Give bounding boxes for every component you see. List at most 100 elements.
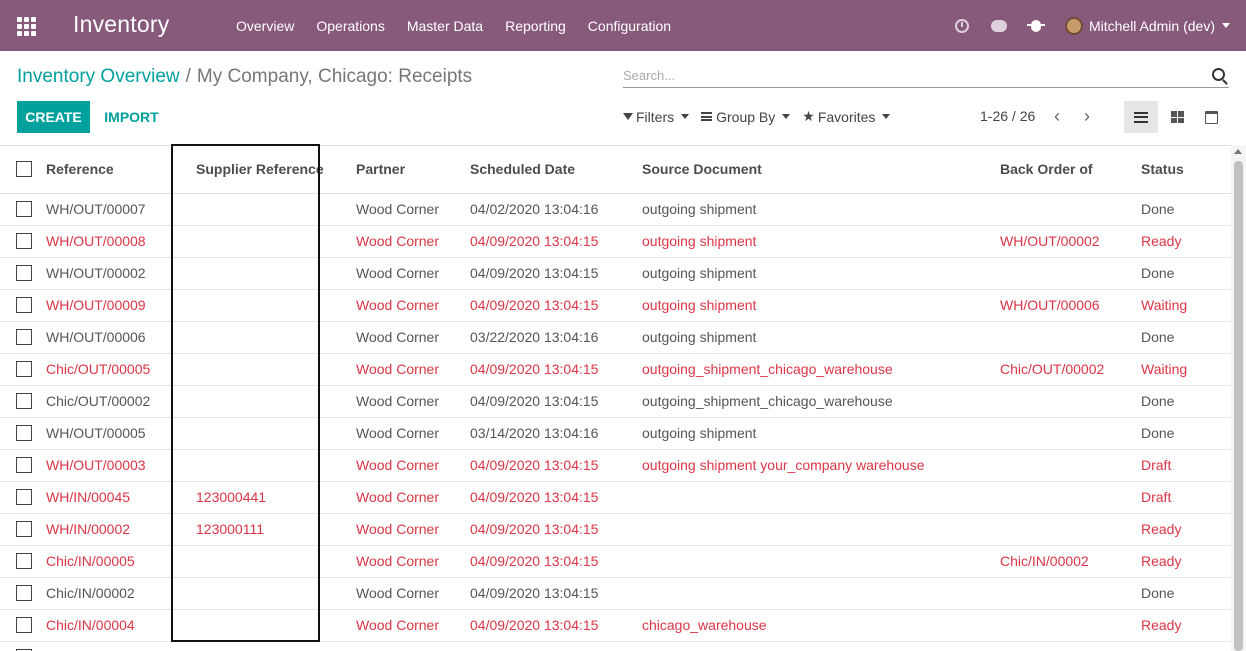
col-source-document[interactable]: Source Document [642, 146, 1000, 194]
table-row[interactable]: WH/IN/00045 123000441 Wood Corner 04/09/202… [0, 481, 1231, 514]
cell-reference[interactable]: WH/OUT/00005 [46, 417, 186, 450]
search-input[interactable] [623, 64, 1203, 86]
table-row[interactable]: WH/OUT/00002 Wood Corner 04/09/2020 13:04:… [0, 257, 1231, 290]
menu-operations[interactable]: Operations [305, 18, 395, 34]
cell-reference[interactable]: WH/OUT/00007 [46, 193, 186, 226]
cell-status[interactable]: Draft [1141, 449, 1231, 482]
cell-back-order-of[interactable] [1000, 193, 1141, 226]
row-checkbox[interactable] [16, 489, 32, 505]
col-reference[interactable]: Reference [46, 146, 186, 194]
cell-back-order-of[interactable] [1000, 481, 1141, 514]
cell-back-order-of[interactable] [1000, 257, 1141, 290]
cell-status[interactable]: Ready [1141, 609, 1231, 642]
row-checkbox[interactable] [16, 393, 32, 409]
cell-partner[interactable]: Wood Corner [356, 321, 470, 354]
cell-source-document[interactable]: outgoing shipment [642, 257, 1000, 290]
cell-reference[interactable]: WH/OUT/00006 [46, 321, 186, 354]
row-checkbox[interactable] [16, 425, 32, 441]
cell-supplier-reference[interactable] [186, 641, 356, 651]
cell-scheduled-date[interactable] [470, 641, 642, 651]
cell-status[interactable]: Done [1141, 417, 1231, 450]
kanban-view-button[interactable] [1160, 101, 1194, 133]
row-checkbox[interactable] [16, 553, 32, 569]
row-checkbox[interactable] [16, 617, 32, 633]
cell-back-order-of[interactable] [1000, 321, 1141, 354]
cell-scheduled-date[interactable]: 04/09/2020 13:04:15 [470, 577, 642, 610]
cell-back-order-of[interactable] [1000, 577, 1141, 610]
search-icon[interactable] [1212, 68, 1225, 81]
table-row[interactable]: Chic/OUT/00002 Wood Corner 04/09/2020 13:0… [0, 385, 1231, 418]
cell-supplier-reference[interactable] [186, 449, 356, 482]
table-row[interactable]: WH/OUT/00005 Wood Corner 03/14/2020 13:04:… [0, 417, 1231, 450]
cell-reference[interactable]: WH/IN/00045 [46, 481, 186, 514]
cell-partner[interactable]: Wood Corner [356, 385, 470, 418]
row-checkbox[interactable] [16, 361, 32, 377]
cell-source-document[interactable]: outgoing shipment [642, 321, 1000, 354]
cell-back-order-of[interactable]: WH/OUT/00006 [1000, 289, 1141, 322]
cell-source-document[interactable]: outgoing_shipment_chicago_warehouse [642, 353, 1000, 386]
cell-status[interactable]: Done [1141, 193, 1231, 226]
chevron-left-icon[interactable]: ‹ [1054, 107, 1064, 125]
table-row[interactable]: WH/OUT/00003 Wood Corner 04/09/2020 13:04:… [0, 449, 1231, 482]
group-by-dropdown[interactable]: Group By [701, 109, 791, 125]
cell-scheduled-date[interactable]: 04/09/2020 13:04:15 [470, 609, 642, 642]
menu-configuration[interactable]: Configuration [577, 18, 682, 34]
cell-supplier-reference[interactable] [186, 577, 356, 610]
cell-status[interactable]: Draft [1141, 481, 1231, 514]
cell-status[interactable]: Ready [1141, 513, 1231, 546]
cell-partner[interactable]: Wood Corner [356, 353, 470, 386]
table-row[interactable]: WH/OUT/00007 Wood Corner 04/02/2020 13:04:… [0, 193, 1231, 226]
filters-dropdown[interactable]: Filters [623, 109, 690, 125]
cell-status[interactable]: Waiting [1141, 353, 1231, 386]
row-checkbox[interactable] [16, 201, 32, 217]
cell-reference[interactable] [46, 641, 186, 651]
row-checkbox[interactable] [16, 585, 32, 601]
cell-partner[interactable]: Wood Corner [356, 513, 470, 546]
cell-back-order-of[interactable]: Chic/OUT/00002 [1000, 353, 1141, 386]
cell-source-document[interactable]: chicago_warehouse [642, 609, 1000, 642]
row-checkbox[interactable] [16, 265, 32, 281]
cell-scheduled-date[interactable]: 04/09/2020 13:04:15 [470, 513, 642, 546]
cell-scheduled-date[interactable]: 04/09/2020 13:04:15 [470, 225, 642, 258]
cell-partner[interactable]: Wood Corner [356, 225, 470, 258]
cell-scheduled-date[interactable]: 04/02/2020 13:04:16 [470, 193, 642, 226]
cell-status[interactable] [1141, 641, 1231, 651]
scrollbar[interactable] [1231, 145, 1246, 651]
col-partner[interactable]: Partner [356, 146, 470, 194]
cell-status[interactable]: Waiting [1141, 289, 1231, 322]
cell-scheduled-date[interactable]: 03/22/2020 13:04:16 [470, 321, 642, 354]
cell-partner[interactable] [356, 641, 470, 651]
cell-source-document[interactable]: outgoing shipment [642, 417, 1000, 450]
cell-back-order-of[interactable] [1000, 417, 1141, 450]
cell-scheduled-date[interactable]: 04/09/2020 13:04:15 [470, 385, 642, 418]
table-row[interactable] [0, 641, 1231, 651]
table-row[interactable]: WH/OUT/00006 Wood Corner 03/22/2020 13:04:… [0, 321, 1231, 354]
cell-back-order-of[interactable]: Chic/IN/00002 [1000, 545, 1141, 578]
cell-partner[interactable]: Wood Corner [356, 417, 470, 450]
cell-partner[interactable]: Wood Corner [356, 289, 470, 322]
row-checkbox[interactable] [16, 521, 32, 537]
cell-reference[interactable]: Chic/OUT/00002 [46, 385, 186, 418]
cell-reference[interactable]: Chic/IN/00004 [46, 609, 186, 642]
cell-partner[interactable]: Wood Corner [356, 193, 470, 226]
cell-scheduled-date[interactable]: 04/09/2020 13:04:15 [470, 545, 642, 578]
cell-source-document[interactable] [642, 513, 1000, 546]
table-row[interactable]: WH/IN/00002 123000111 Wood Corner 04/09/202… [0, 513, 1231, 546]
cell-reference[interactable]: WH/OUT/00009 [46, 289, 186, 322]
cell-status[interactable]: Done [1141, 257, 1231, 290]
cell-partner[interactable]: Wood Corner [356, 609, 470, 642]
cell-back-order-of[interactable] [1000, 641, 1141, 651]
table-row[interactable]: Chic/IN/00002 Wood Corner 04/09/2020 13:04… [0, 577, 1231, 610]
cell-supplier-reference[interactable] [186, 321, 356, 354]
menu-reporting[interactable]: Reporting [494, 18, 577, 34]
row-checkbox[interactable] [16, 233, 32, 249]
cell-reference[interactable]: WH/OUT/00008 [46, 225, 186, 258]
menu-overview[interactable]: Overview [225, 18, 305, 34]
row-checkbox[interactable] [16, 297, 32, 313]
cell-supplier-reference[interactable] [186, 545, 356, 578]
cell-scheduled-date[interactable]: 04/09/2020 13:04:15 [470, 353, 642, 386]
cell-partner[interactable]: Wood Corner [356, 577, 470, 610]
table-row[interactable]: WH/OUT/00008 Wood Corner 04/09/2020 13:04:… [0, 225, 1231, 258]
cell-scheduled-date[interactable]: 04/09/2020 13:04:15 [470, 257, 642, 290]
cell-reference[interactable]: Chic/IN/00005 [46, 545, 186, 578]
